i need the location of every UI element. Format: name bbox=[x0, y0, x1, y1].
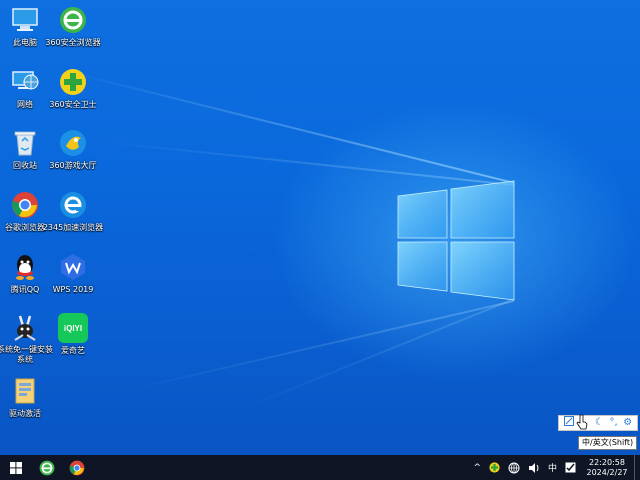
recycle-bin-icon bbox=[10, 128, 40, 158]
desktop-icon-iqiyi[interactable]: iQIYI 爱奇艺 bbox=[44, 313, 102, 365]
computer-icon bbox=[10, 5, 40, 35]
360-game-hall-icon bbox=[58, 128, 88, 158]
volume-icon[interactable] bbox=[524, 455, 544, 480]
wps-icon bbox=[58, 252, 88, 282]
show-desktop-button[interactable] bbox=[634, 455, 640, 480]
360-browser-icon bbox=[39, 460, 55, 475]
clock-time: 22:20:58 bbox=[589, 457, 625, 467]
ime-tooltip: 中/英文(Shift) bbox=[578, 436, 638, 450]
desktop-icon-360-game-hall[interactable]: 360游戏大厅 bbox=[44, 128, 102, 180]
qq-icon bbox=[10, 252, 40, 282]
tray-overflow-chevron[interactable]: ^ bbox=[469, 455, 485, 480]
360-guard-tray-icon[interactable] bbox=[485, 455, 504, 480]
system-tray: ^ 中 22:20:58 2024/2/27 bbox=[469, 455, 640, 480]
start-button[interactable] bbox=[0, 455, 32, 480]
gear-icon[interactable]: ⚙ bbox=[623, 416, 632, 430]
ime-toolbar: ☾ °, ⚙ bbox=[558, 415, 638, 431]
taskbar-chrome[interactable] bbox=[62, 455, 92, 480]
network-tray-icon[interactable] bbox=[504, 455, 524, 480]
moon-icon[interactable]: ☾ bbox=[595, 416, 604, 430]
driver-activation-icon bbox=[10, 376, 40, 406]
taskbar-360-browser[interactable] bbox=[32, 455, 62, 480]
ime-mode-icon[interactable] bbox=[563, 415, 574, 431]
light-beam bbox=[96, 140, 515, 186]
desktop-icon-360-browser[interactable]: 360安全浏览器 bbox=[44, 5, 102, 57]
360-guard-icon bbox=[58, 67, 88, 97]
taskbar: ^ 中 22:20:58 2024/2/27 bbox=[0, 455, 640, 480]
cursor-icon bbox=[576, 414, 588, 430]
desktop[interactable]: 此电脑 360安全浏览器 网络 360安全卫士 回收站 360游戏大厅 谷歌浏览… bbox=[0, 0, 640, 455]
light-beam bbox=[67, 70, 515, 184]
desktop-icon-360-guard[interactable]: 360安全卫士 bbox=[44, 67, 102, 119]
chrome-icon bbox=[69, 460, 85, 475]
chrome-icon bbox=[10, 190, 40, 220]
desktop-icon-driver-activation[interactable]: 驱动激活 bbox=[0, 376, 54, 428]
start-icon bbox=[10, 461, 22, 474]
360-browser-icon bbox=[58, 5, 88, 35]
clock-date: 2024/2/27 bbox=[586, 467, 628, 477]
2345-browser-icon bbox=[58, 190, 88, 220]
network-icon bbox=[10, 67, 40, 97]
desktop-icon-wps[interactable]: WPS 2019 bbox=[44, 252, 102, 304]
ime-language-indicator[interactable]: 中 bbox=[544, 455, 561, 480]
desktop-icon-2345-browser[interactable]: 2345加速浏览器 bbox=[43, 190, 103, 242]
iqiyi-icon: iQIYI bbox=[58, 313, 88, 343]
system-installer-icon bbox=[10, 313, 40, 342]
taskbar-clock[interactable]: 22:20:58 2024/2/27 bbox=[580, 458, 634, 478]
notification-icon[interactable] bbox=[561, 455, 580, 480]
punctuation-icon[interactable]: °, bbox=[609, 416, 617, 430]
